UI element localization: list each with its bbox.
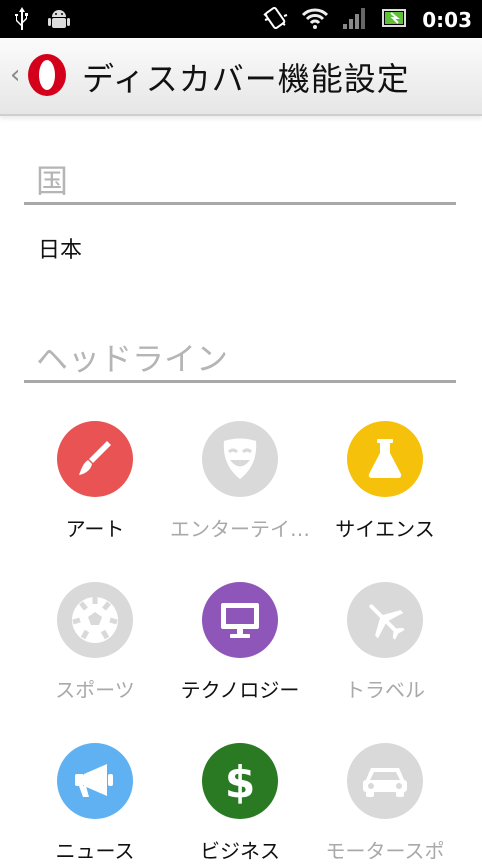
category-label: エンターテイ… (170, 517, 310, 541)
status-bar-right: 0:03 (262, 4, 472, 36)
category-label: ビジネス (200, 839, 280, 863)
country-selector[interactable]: 日本 (38, 232, 82, 264)
category-label: ニュース (55, 839, 135, 863)
status-bar: 0:03 (0, 0, 482, 38)
category-sports[interactable]: スポーツ (20, 582, 170, 703)
category-news[interactable]: ニュース (20, 743, 170, 864)
flask-icon (347, 421, 423, 497)
category-entertainment[interactable]: エンターテイ… (165, 421, 315, 542)
android-debug-icon (48, 7, 70, 35)
headline-section-header: ヘッドライン (24, 334, 456, 383)
svg-text:$: $ (225, 757, 256, 806)
monitor-icon (202, 582, 278, 658)
action-bar[interactable]: ‹ ディスカバー機能設定 (0, 38, 482, 116)
megaphone-icon (57, 743, 133, 819)
headline-header-label: ヘッドライン (36, 340, 229, 378)
category-label: テクノロジー (180, 678, 300, 702)
category-label: スポーツ (55, 678, 135, 702)
category-motorsports[interactable]: モータースポ (310, 743, 460, 864)
mask-icon (202, 421, 278, 497)
car-icon (347, 743, 423, 819)
category-art[interactable]: アート (20, 421, 170, 542)
usb-icon (14, 6, 30, 36)
category-label: トラベル (345, 678, 425, 702)
status-time: 0:03 (422, 8, 472, 32)
soccer-ball-icon (57, 582, 133, 658)
signal-icon (342, 6, 368, 34)
opera-logo[interactable] (26, 52, 68, 98)
category-travel[interactable]: トラベル (310, 582, 460, 703)
category-label: アート (65, 517, 125, 541)
chevron-left-icon[interactable]: ‹ (10, 60, 20, 90)
category-label: モータースポ (325, 839, 445, 863)
page-title: ディスカバー機能設定 (82, 60, 410, 98)
airplane-icon (347, 582, 423, 658)
category-business[interactable]: $ ビジネス (165, 743, 315, 864)
category-label: サイエンス (335, 517, 435, 541)
category-technology[interactable]: テクノロジー (165, 582, 315, 703)
country-header-label: 国 (36, 162, 69, 200)
brush-icon (57, 421, 133, 497)
wifi-icon (302, 7, 329, 33)
battery-icon (382, 7, 408, 33)
country-section-header: 国 (24, 156, 456, 205)
dollar-icon: $ (202, 743, 278, 819)
vibrate-icon (262, 4, 288, 36)
category-science[interactable]: サイエンス (310, 421, 460, 542)
status-bar-left (14, 6, 70, 36)
